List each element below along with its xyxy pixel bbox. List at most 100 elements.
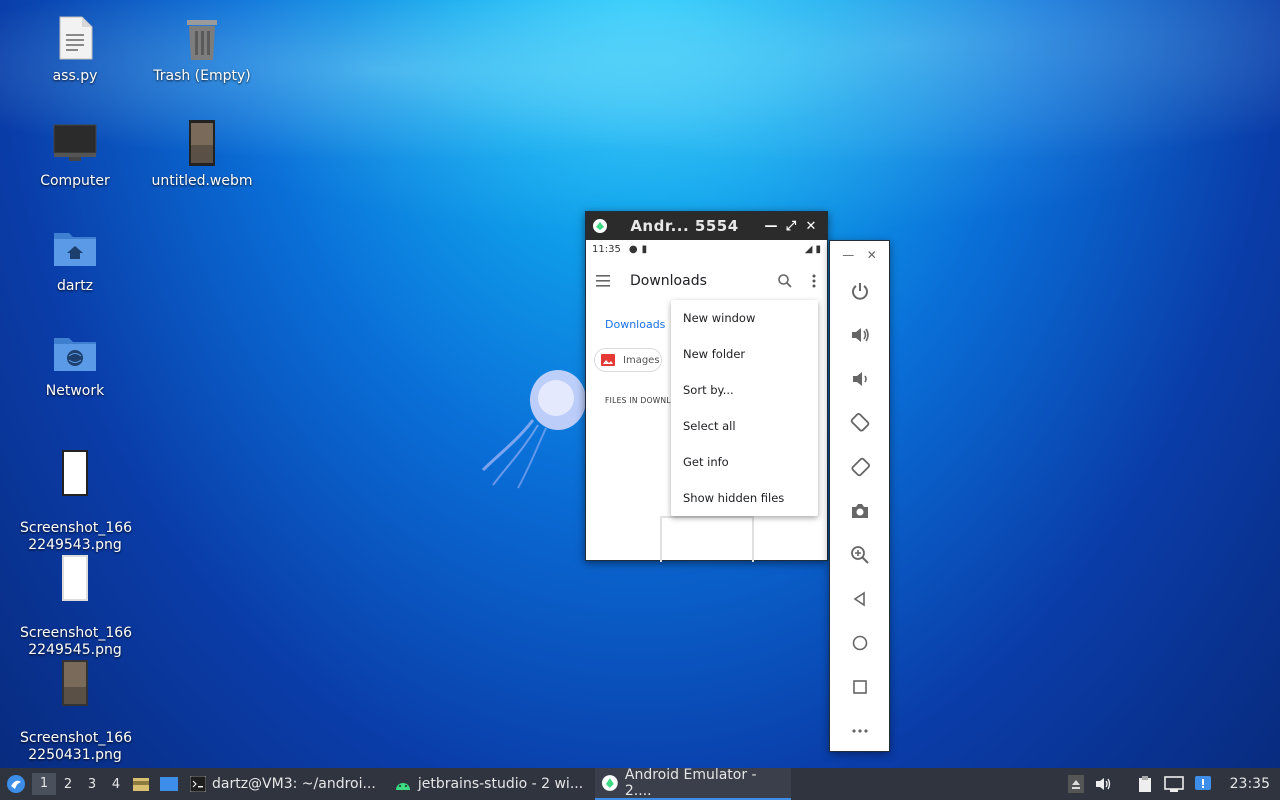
- camera-icon: [851, 504, 868, 518]
- notification-icon: ●: [628, 243, 638, 255]
- menu-item-select-all[interactable]: Select all: [671, 408, 818, 444]
- home-folder-icon: [54, 233, 96, 266]
- battery-icon: ▮: [815, 243, 821, 255]
- emulator-control-panel: — ✕: [829, 240, 890, 752]
- eject-icon[interactable]: [1067, 775, 1084, 793]
- power-button[interactable]: [830, 269, 889, 313]
- desktop-icon-label: untitled.webm: [151, 173, 253, 189]
- section-header: FILES IN DOWNLO: [605, 396, 677, 405]
- volume-up-button[interactable]: [830, 313, 889, 357]
- status-time: 11:35: [592, 243, 621, 255]
- back-icon: [853, 591, 865, 607]
- sd-card-icon: ▮: [641, 243, 648, 255]
- network-folder-icon: [54, 338, 96, 371]
- desktop-icon-computer[interactable]: Computer: [20, 119, 130, 190]
- volume-icon[interactable]: [1094, 776, 1112, 792]
- menu-item-new-folder[interactable]: New folder: [671, 336, 818, 372]
- android-status-bar: 11:35 ● ▮ ◢ ▮: [586, 240, 827, 258]
- desktop-icon-label: dartz: [56, 278, 94, 294]
- system-tray: 23:35: [1067, 768, 1280, 800]
- android-studio-icon: [395, 783, 410, 790]
- volume-down-button[interactable]: [830, 357, 889, 401]
- jellyfish-wallpaper-art: [481, 370, 586, 489]
- desktop-icon-label: ass.py: [52, 68, 98, 84]
- emulator-title-bar[interactable]: Andr... 5554 — ⤢ ✕: [586, 212, 827, 240]
- back-button[interactable]: [830, 577, 889, 621]
- emulator-window-title: Andr... 5554: [630, 217, 739, 235]
- home-icon: [852, 635, 867, 651]
- workspace-2[interactable]: 2: [56, 777, 80, 792]
- rotate-right-icon: [850, 457, 870, 477]
- image-icon: [601, 354, 615, 366]
- desktop-icon-label: Computer: [40, 173, 110, 189]
- images-filter-chip[interactable]: Images: [594, 348, 662, 372]
- desktop-icon-network[interactable]: Network: [20, 329, 130, 400]
- overview-button[interactable]: [830, 665, 889, 709]
- hamburger-menu-icon[interactable]: [596, 275, 612, 287]
- desktop-icon-label: Trash (Empty): [153, 68, 251, 84]
- start-menu-button[interactable]: [0, 774, 32, 794]
- minimize-icon[interactable]: —: [761, 219, 781, 234]
- computer-monitor-icon: [53, 124, 97, 161]
- desktop-icon-dartz[interactable]: dartz: [20, 224, 130, 295]
- panel-close-icon[interactable]: ✕: [867, 248, 877, 262]
- desktop-icon-screenshot-3[interactable]: Screenshot_166 2250431.png: [20, 642, 133, 781]
- menu-item-get-info[interactable]: Get info: [671, 444, 818, 480]
- appbar-title: Downloads: [630, 273, 707, 289]
- text-file-icon: [59, 16, 93, 60]
- android-emulator-window[interactable]: Andr... 5554 — ⤢ ✕ 11:35 ● ▮ ◢ ▮ Downloa…: [585, 211, 828, 562]
- menu-item-new-window[interactable]: New window: [671, 300, 818, 336]
- workspace-3[interactable]: 3: [80, 777, 104, 792]
- search-icon[interactable]: [777, 273, 793, 289]
- image-file-icon: [62, 450, 88, 496]
- workspace-4[interactable]: 4: [104, 777, 128, 792]
- breadcrumb-downloads[interactable]: Downloads: [605, 318, 665, 331]
- rotate-right-button[interactable]: [830, 445, 889, 489]
- clipboard-icon[interactable]: [1136, 775, 1154, 793]
- emulator-icon: [602, 775, 618, 791]
- menu-item-sort-by[interactable]: Sort by...: [671, 372, 818, 408]
- workspace-1[interactable]: 1: [32, 773, 56, 795]
- rotate-left-button[interactable]: [830, 401, 889, 445]
- task-terminal[interactable]: dartz@VM3: ~/androi...: [184, 768, 382, 800]
- desktop-icon-ass-py[interactable]: ass.py: [20, 14, 130, 85]
- file-manager-launcher[interactable]: [128, 776, 154, 792]
- more-vert-icon[interactable]: [811, 273, 817, 289]
- terminal-icon: [190, 776, 206, 792]
- taskbar: 1 2 3 4 dartz@VM3: ~/androi... jetbrains…: [0, 767, 1280, 800]
- desktop-icon-trash[interactable]: Trash (Empty): [147, 14, 257, 85]
- zoom-button[interactable]: [830, 533, 889, 577]
- app-menu-icon: [7, 775, 25, 793]
- desktop-icon-untitled-webm[interactable]: untitled.webm: [147, 119, 257, 190]
- file-thumbnail[interactable]: [660, 516, 754, 562]
- emulator-app-icon: [593, 219, 607, 233]
- chip-label: Images: [623, 354, 660, 366]
- desktop-icon-label: Network: [45, 383, 105, 399]
- show-desktop-button[interactable]: [154, 776, 184, 792]
- task-label: dartz@VM3: ~/androi...: [212, 776, 376, 792]
- more-button[interactable]: [830, 709, 889, 753]
- task-jetbrains-studio[interactable]: jetbrains-studio - 2 wi...: [388, 768, 589, 800]
- volume-up-icon: [851, 328, 869, 342]
- overview-icon: [852, 680, 867, 694]
- menu-item-show-hidden-files[interactable]: Show hidden files: [671, 480, 818, 516]
- panel-minimize-icon[interactable]: —: [842, 248, 854, 262]
- network-icon[interactable]: [1163, 775, 1184, 793]
- power-icon: [851, 283, 868, 300]
- screenshot-button[interactable]: [830, 489, 889, 533]
- clock[interactable]: 23:35: [1230, 776, 1270, 792]
- file-manager-icon: [133, 778, 149, 791]
- desktop-icon-label: Screenshot_166 2250431.png: [20, 730, 133, 763]
- zoom-icon: [850, 546, 869, 564]
- volume-down-icon: [852, 372, 867, 386]
- home-button[interactable]: [830, 621, 889, 665]
- image-file-icon: [62, 555, 88, 601]
- notification-icon[interactable]: [1194, 775, 1212, 793]
- image-file-icon: [62, 660, 88, 706]
- close-icon[interactable]: ✕: [801, 219, 821, 234]
- maximize-icon[interactable]: ⤢: [781, 219, 801, 234]
- rotate-left-icon: [850, 413, 869, 432]
- video-thumbnail-icon: [189, 120, 215, 166]
- task-label: Android Emulator - 2....: [624, 767, 757, 799]
- task-android-emulator[interactable]: Android Emulator - 2....: [595, 767, 792, 800]
